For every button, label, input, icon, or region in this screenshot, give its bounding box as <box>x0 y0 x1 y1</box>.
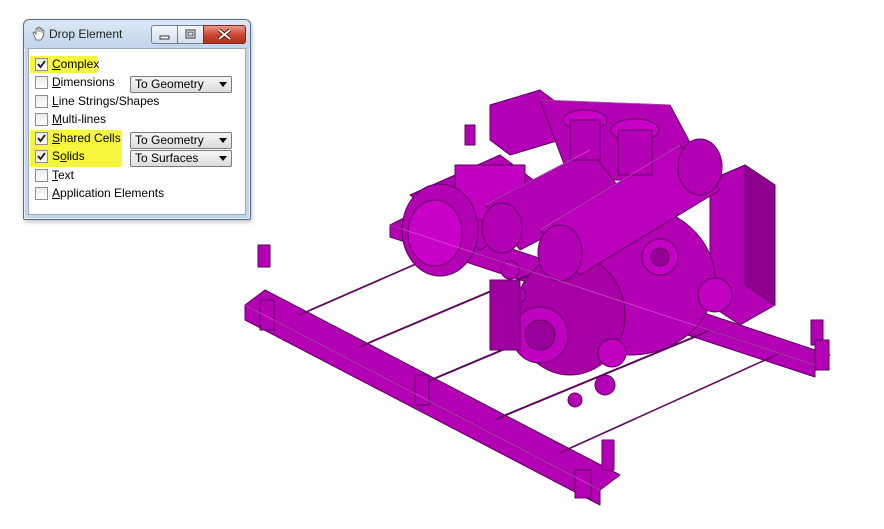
minimize-icon <box>159 35 170 40</box>
close-button[interactable] <box>203 25 246 44</box>
valve[interactable] <box>567 392 583 408</box>
checkbox-solids[interactable] <box>35 150 48 163</box>
minimize-button[interactable] <box>151 25 178 44</box>
label-application-elements: Application Elements <box>52 186 165 200</box>
checkbox-application-elements[interactable] <box>35 187 48 200</box>
checkbox-complex[interactable] <box>35 58 48 71</box>
support-leg[interactable] <box>259 299 275 331</box>
dropdown-arrow-icon <box>219 138 227 143</box>
label-line-strings: Line Strings/Shapes <box>52 94 160 108</box>
restore-button[interactable] <box>177 25 204 44</box>
nozzle-pipe[interactable] <box>569 119 601 161</box>
checkmark-icon <box>37 60 46 69</box>
solids-dropdown-value: To Surfaces <box>135 151 199 165</box>
drop-element-dialog: Drop Element Complex Dimensions To Geome <box>23 19 251 220</box>
lifting-lug[interactable] <box>601 439 615 471</box>
label-complex: Complex <box>52 57 100 71</box>
checkbox-text[interactable] <box>35 169 48 182</box>
valve[interactable] <box>500 260 520 280</box>
close-icon <box>217 28 232 41</box>
label-text: Text <box>52 168 75 182</box>
rear-port[interactable] <box>697 277 733 313</box>
pump-assembly-3d-model[interactable] <box>240 85 840 515</box>
base-plate[interactable] <box>489 279 521 351</box>
solids-dropdown[interactable]: To Surfaces <box>130 150 232 167</box>
motor-end-ring[interactable] <box>407 199 463 267</box>
tank-2-end[interactable] <box>537 224 583 282</box>
pump-flange-inner[interactable] <box>524 319 556 351</box>
title-bar[interactable]: Drop Element <box>24 20 250 48</box>
nozzle-pipe[interactable] <box>617 129 653 176</box>
valve[interactable] <box>594 374 616 396</box>
hand-icon <box>32 26 45 41</box>
label-shared-cells: Shared Cells <box>52 131 121 145</box>
window-title: Drop Element <box>49 27 123 41</box>
shared-cells-dropdown-value: To Geometry <box>135 133 204 147</box>
checkbox-line-strings[interactable] <box>35 95 48 108</box>
checkmark-icon <box>37 134 46 143</box>
tank-1-end[interactable] <box>481 202 523 254</box>
dropdown-arrow-icon <box>219 82 227 87</box>
dropdown-arrow-icon <box>219 156 227 161</box>
side-port-inner[interactable] <box>650 247 670 267</box>
label-solids: Solids <box>52 149 85 163</box>
checkbox-dimensions[interactable] <box>35 76 48 89</box>
lifting-lug[interactable] <box>464 124 476 146</box>
restore-icon <box>185 29 196 39</box>
small-port[interactable] <box>597 338 627 368</box>
support-leg[interactable] <box>814 339 830 371</box>
options-panel: Complex Dimensions To Geometry Line Stri… <box>28 48 246 215</box>
shared-cells-dropdown[interactable]: To Geometry <box>130 132 232 149</box>
label-multi-lines: Multi-lines <box>52 112 107 126</box>
control-cabinet-side[interactable] <box>744 164 776 306</box>
tank-2-cap[interactable] <box>677 138 723 196</box>
dimensions-dropdown-value: To Geometry <box>135 77 204 91</box>
checkbox-shared-cells[interactable] <box>35 132 48 145</box>
checkbox-multi-lines[interactable] <box>35 113 48 126</box>
support-leg[interactable] <box>414 374 430 406</box>
checkmark-icon <box>37 152 46 161</box>
dimensions-dropdown[interactable]: To Geometry <box>130 76 232 93</box>
lifting-lug[interactable] <box>257 244 271 268</box>
label-dimensions: Dimensions <box>52 75 115 89</box>
